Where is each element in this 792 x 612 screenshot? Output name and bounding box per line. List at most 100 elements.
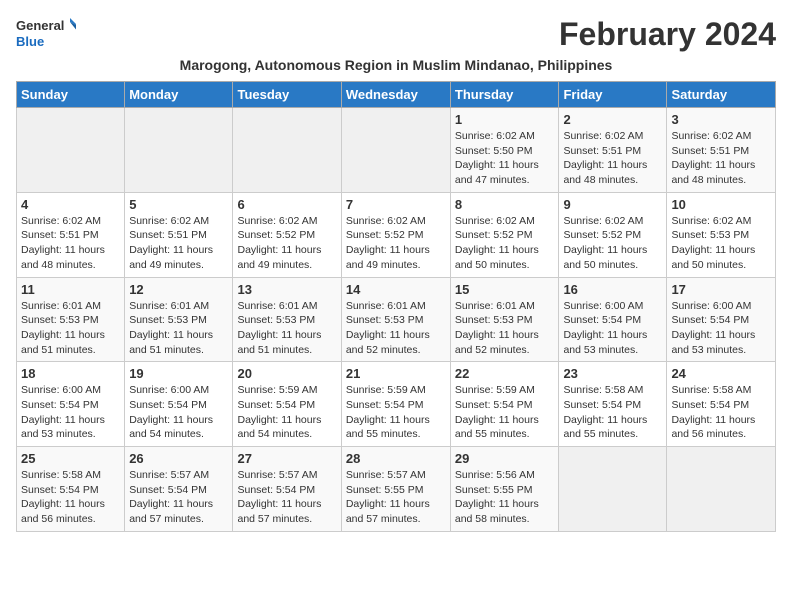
- day-info: Sunrise: 5:58 AMSunset: 5:54 PMDaylight:…: [563, 383, 662, 442]
- calendar-cell: [341, 108, 450, 193]
- calendar-cell: 1 Sunrise: 6:02 AMSunset: 5:50 PMDaylight…: [450, 108, 559, 193]
- day-info: Sunrise: 5:56 AMSunset: 5:55 PMDaylight:…: [455, 468, 555, 527]
- day-info: Sunrise: 5:59 AMSunset: 5:54 PMDaylight:…: [455, 383, 555, 442]
- calendar-cell: 12Sunrise: 6:01 AMSunset: 5:53 PMDayligh…: [125, 277, 233, 362]
- day-number: 4: [21, 197, 120, 212]
- calendar-cell: 16 Sunrise: 6:00 AMSunset: 5:54 PMDayligh…: [559, 277, 667, 362]
- day-number: 1: [455, 112, 555, 127]
- day-number: 8: [455, 197, 555, 212]
- day-number: 25: [21, 451, 120, 466]
- day-number: 7: [346, 197, 446, 212]
- day-info: Sunrise: 6:02 AMSunset: 5:53 PMDaylight:…: [671, 214, 771, 273]
- calendar: SundayMondayTuesdayWednesdayThursdayFrid…: [16, 81, 776, 532]
- day-info: Sunrise: 6:02 AMSunset: 5:52 PMDaylight:…: [455, 214, 555, 273]
- day-number: 12: [129, 282, 228, 297]
- logo: General Blue: [16, 16, 76, 52]
- calendar-cell: 24Sunrise: 5:58 AMSunset: 5:54 PMDayligh…: [667, 362, 776, 447]
- calendar-cell: 10 Sunrise: 6:02 AMSunset: 5:53 PMDayligh…: [667, 192, 776, 277]
- day-number: 13: [237, 282, 336, 297]
- day-number: 23: [563, 366, 662, 381]
- day-number: 26: [129, 451, 228, 466]
- calendar-cell: 15Sunrise: 6:01 AMSunset: 5:53 PMDayligh…: [450, 277, 559, 362]
- weekday-monday: Monday: [125, 82, 233, 108]
- day-number: 15: [455, 282, 555, 297]
- calendar-cell: 22 Sunrise: 5:59 AMSunset: 5:54 PMDayligh…: [450, 362, 559, 447]
- calendar-cell: 4 Sunrise: 6:02 AMSunset: 5:51 PMDaylight…: [17, 192, 125, 277]
- calendar-cell: [667, 447, 776, 532]
- day-info: Sunrise: 6:02 AMSunset: 5:52 PMDaylight:…: [563, 214, 662, 273]
- calendar-cell: 5 Sunrise: 6:02 AMSunset: 5:51 PMDaylight…: [125, 192, 233, 277]
- weekday-sunday: Sunday: [17, 82, 125, 108]
- day-info: Sunrise: 5:59 AMSunset: 5:54 PMDaylight:…: [346, 383, 446, 442]
- logo-svg: General Blue: [16, 16, 76, 52]
- day-number: 22: [455, 366, 555, 381]
- weekday-thursday: Thursday: [450, 82, 559, 108]
- day-number: 29: [455, 451, 555, 466]
- calendar-cell: [233, 108, 341, 193]
- month-title: February 2024: [559, 16, 776, 53]
- day-number: 27: [237, 451, 336, 466]
- day-info: Sunrise: 6:02 AMSunset: 5:50 PMDaylight:…: [455, 129, 555, 188]
- day-number: 20: [237, 366, 336, 381]
- calendar-cell: [17, 108, 125, 193]
- day-number: 16: [563, 282, 662, 297]
- day-number: 5: [129, 197, 228, 212]
- calendar-cell: 29 Sunrise: 5:56 AMSunset: 5:55 PMDayligh…: [450, 447, 559, 532]
- calendar-cell: 8 Sunrise: 6:02 AMSunset: 5:52 PMDaylight…: [450, 192, 559, 277]
- calendar-cell: [125, 108, 233, 193]
- weekday-friday: Friday: [559, 82, 667, 108]
- day-number: 11: [21, 282, 120, 297]
- calendar-cell: 26 Sunrise: 5:57 AMSunset: 5:54 PMDayligh…: [125, 447, 233, 532]
- day-info: Sunrise: 6:00 AMSunset: 5:54 PMDaylight:…: [671, 299, 771, 358]
- subtitle: Marogong, Autonomous Region in Muslim Mi…: [16, 57, 776, 73]
- calendar-cell: 9 Sunrise: 6:02 AMSunset: 5:52 PMDaylight…: [559, 192, 667, 277]
- day-info: Sunrise: 6:02 AMSunset: 5:52 PMDaylight:…: [346, 214, 446, 273]
- day-info: Sunrise: 6:00 AMSunset: 5:54 PMDaylight:…: [129, 383, 228, 442]
- day-number: 19: [129, 366, 228, 381]
- day-info: Sunrise: 6:00 AMSunset: 5:54 PMDaylight:…: [563, 299, 662, 358]
- calendar-cell: 19 Sunrise: 6:00 AMSunset: 5:54 PMDayligh…: [125, 362, 233, 447]
- day-number: 18: [21, 366, 120, 381]
- day-info: Sunrise: 6:02 AMSunset: 5:51 PMDaylight:…: [129, 214, 228, 273]
- calendar-cell: 14Sunrise: 6:01 AMSunset: 5:53 PMDayligh…: [341, 277, 450, 362]
- weekday-saturday: Saturday: [667, 82, 776, 108]
- calendar-cell: 28Sunrise: 5:57 AMSunset: 5:55 PMDayligh…: [341, 447, 450, 532]
- day-number: 28: [346, 451, 446, 466]
- day-info: Sunrise: 5:59 AMSunset: 5:54 PMDaylight:…: [237, 383, 336, 442]
- day-info: Sunrise: 5:58 AMSunset: 5:54 PMDaylight:…: [671, 383, 771, 442]
- calendar-cell: 6 Sunrise: 6:02 AMSunset: 5:52 PMDaylight…: [233, 192, 341, 277]
- day-info: Sunrise: 6:00 AMSunset: 5:54 PMDaylight:…: [21, 383, 120, 442]
- day-number: 21: [346, 366, 446, 381]
- calendar-cell: [559, 447, 667, 532]
- svg-text:Blue: Blue: [16, 34, 44, 49]
- calendar-cell: 11 Sunrise: 6:01 AMSunset: 5:53 PMDayligh…: [17, 277, 125, 362]
- calendar-cell: 7 Sunrise: 6:02 AMSunset: 5:52 PMDaylight…: [341, 192, 450, 277]
- day-info: Sunrise: 5:57 AMSunset: 5:54 PMDaylight:…: [237, 468, 336, 527]
- day-info: Sunrise: 6:02 AMSunset: 5:51 PMDaylight:…: [21, 214, 120, 273]
- svg-text:General: General: [16, 18, 64, 33]
- calendar-cell: 2 Sunrise: 6:02 AMSunset: 5:51 PMDaylight…: [559, 108, 667, 193]
- day-info: Sunrise: 6:02 AMSunset: 5:51 PMDaylight:…: [563, 129, 662, 188]
- day-number: 17: [671, 282, 771, 297]
- day-info: Sunrise: 6:02 AMSunset: 5:52 PMDaylight:…: [237, 214, 336, 273]
- calendar-cell: 20 Sunrise: 5:59 AMSunset: 5:54 PMDayligh…: [233, 362, 341, 447]
- calendar-cell: 13 Sunrise: 6:01 AMSunset: 5:53 PMDayligh…: [233, 277, 341, 362]
- day-info: Sunrise: 6:01 AMSunset: 5:53 PMDaylight:…: [346, 299, 446, 358]
- day-number: 6: [237, 197, 336, 212]
- day-number: 10: [671, 197, 771, 212]
- day-info: Sunrise: 6:02 AMSunset: 5:51 PMDaylight:…: [671, 129, 771, 188]
- day-info: Sunrise: 5:58 AMSunset: 5:54 PMDaylight:…: [21, 468, 120, 527]
- day-number: 9: [563, 197, 662, 212]
- calendar-cell: 25 Sunrise: 5:58 AMSunset: 5:54 PMDayligh…: [17, 447, 125, 532]
- day-info: Sunrise: 6:01 AMSunset: 5:53 PMDaylight:…: [21, 299, 120, 358]
- weekday-wednesday: Wednesday: [341, 82, 450, 108]
- calendar-cell: 21 Sunrise: 5:59 AMSunset: 5:54 PMDayligh…: [341, 362, 450, 447]
- day-info: Sunrise: 5:57 AMSunset: 5:54 PMDaylight:…: [129, 468, 228, 527]
- calendar-cell: 27 Sunrise: 5:57 AMSunset: 5:54 PMDayligh…: [233, 447, 341, 532]
- weekday-tuesday: Tuesday: [233, 82, 341, 108]
- day-info: Sunrise: 6:01 AMSunset: 5:53 PMDaylight:…: [237, 299, 336, 358]
- calendar-cell: 17 Sunrise: 6:00 AMSunset: 5:54 PMDayligh…: [667, 277, 776, 362]
- day-number: 2: [563, 112, 662, 127]
- calendar-cell: 18 Sunrise: 6:00 AMSunset: 5:54 PMDayligh…: [17, 362, 125, 447]
- day-number: 3: [671, 112, 771, 127]
